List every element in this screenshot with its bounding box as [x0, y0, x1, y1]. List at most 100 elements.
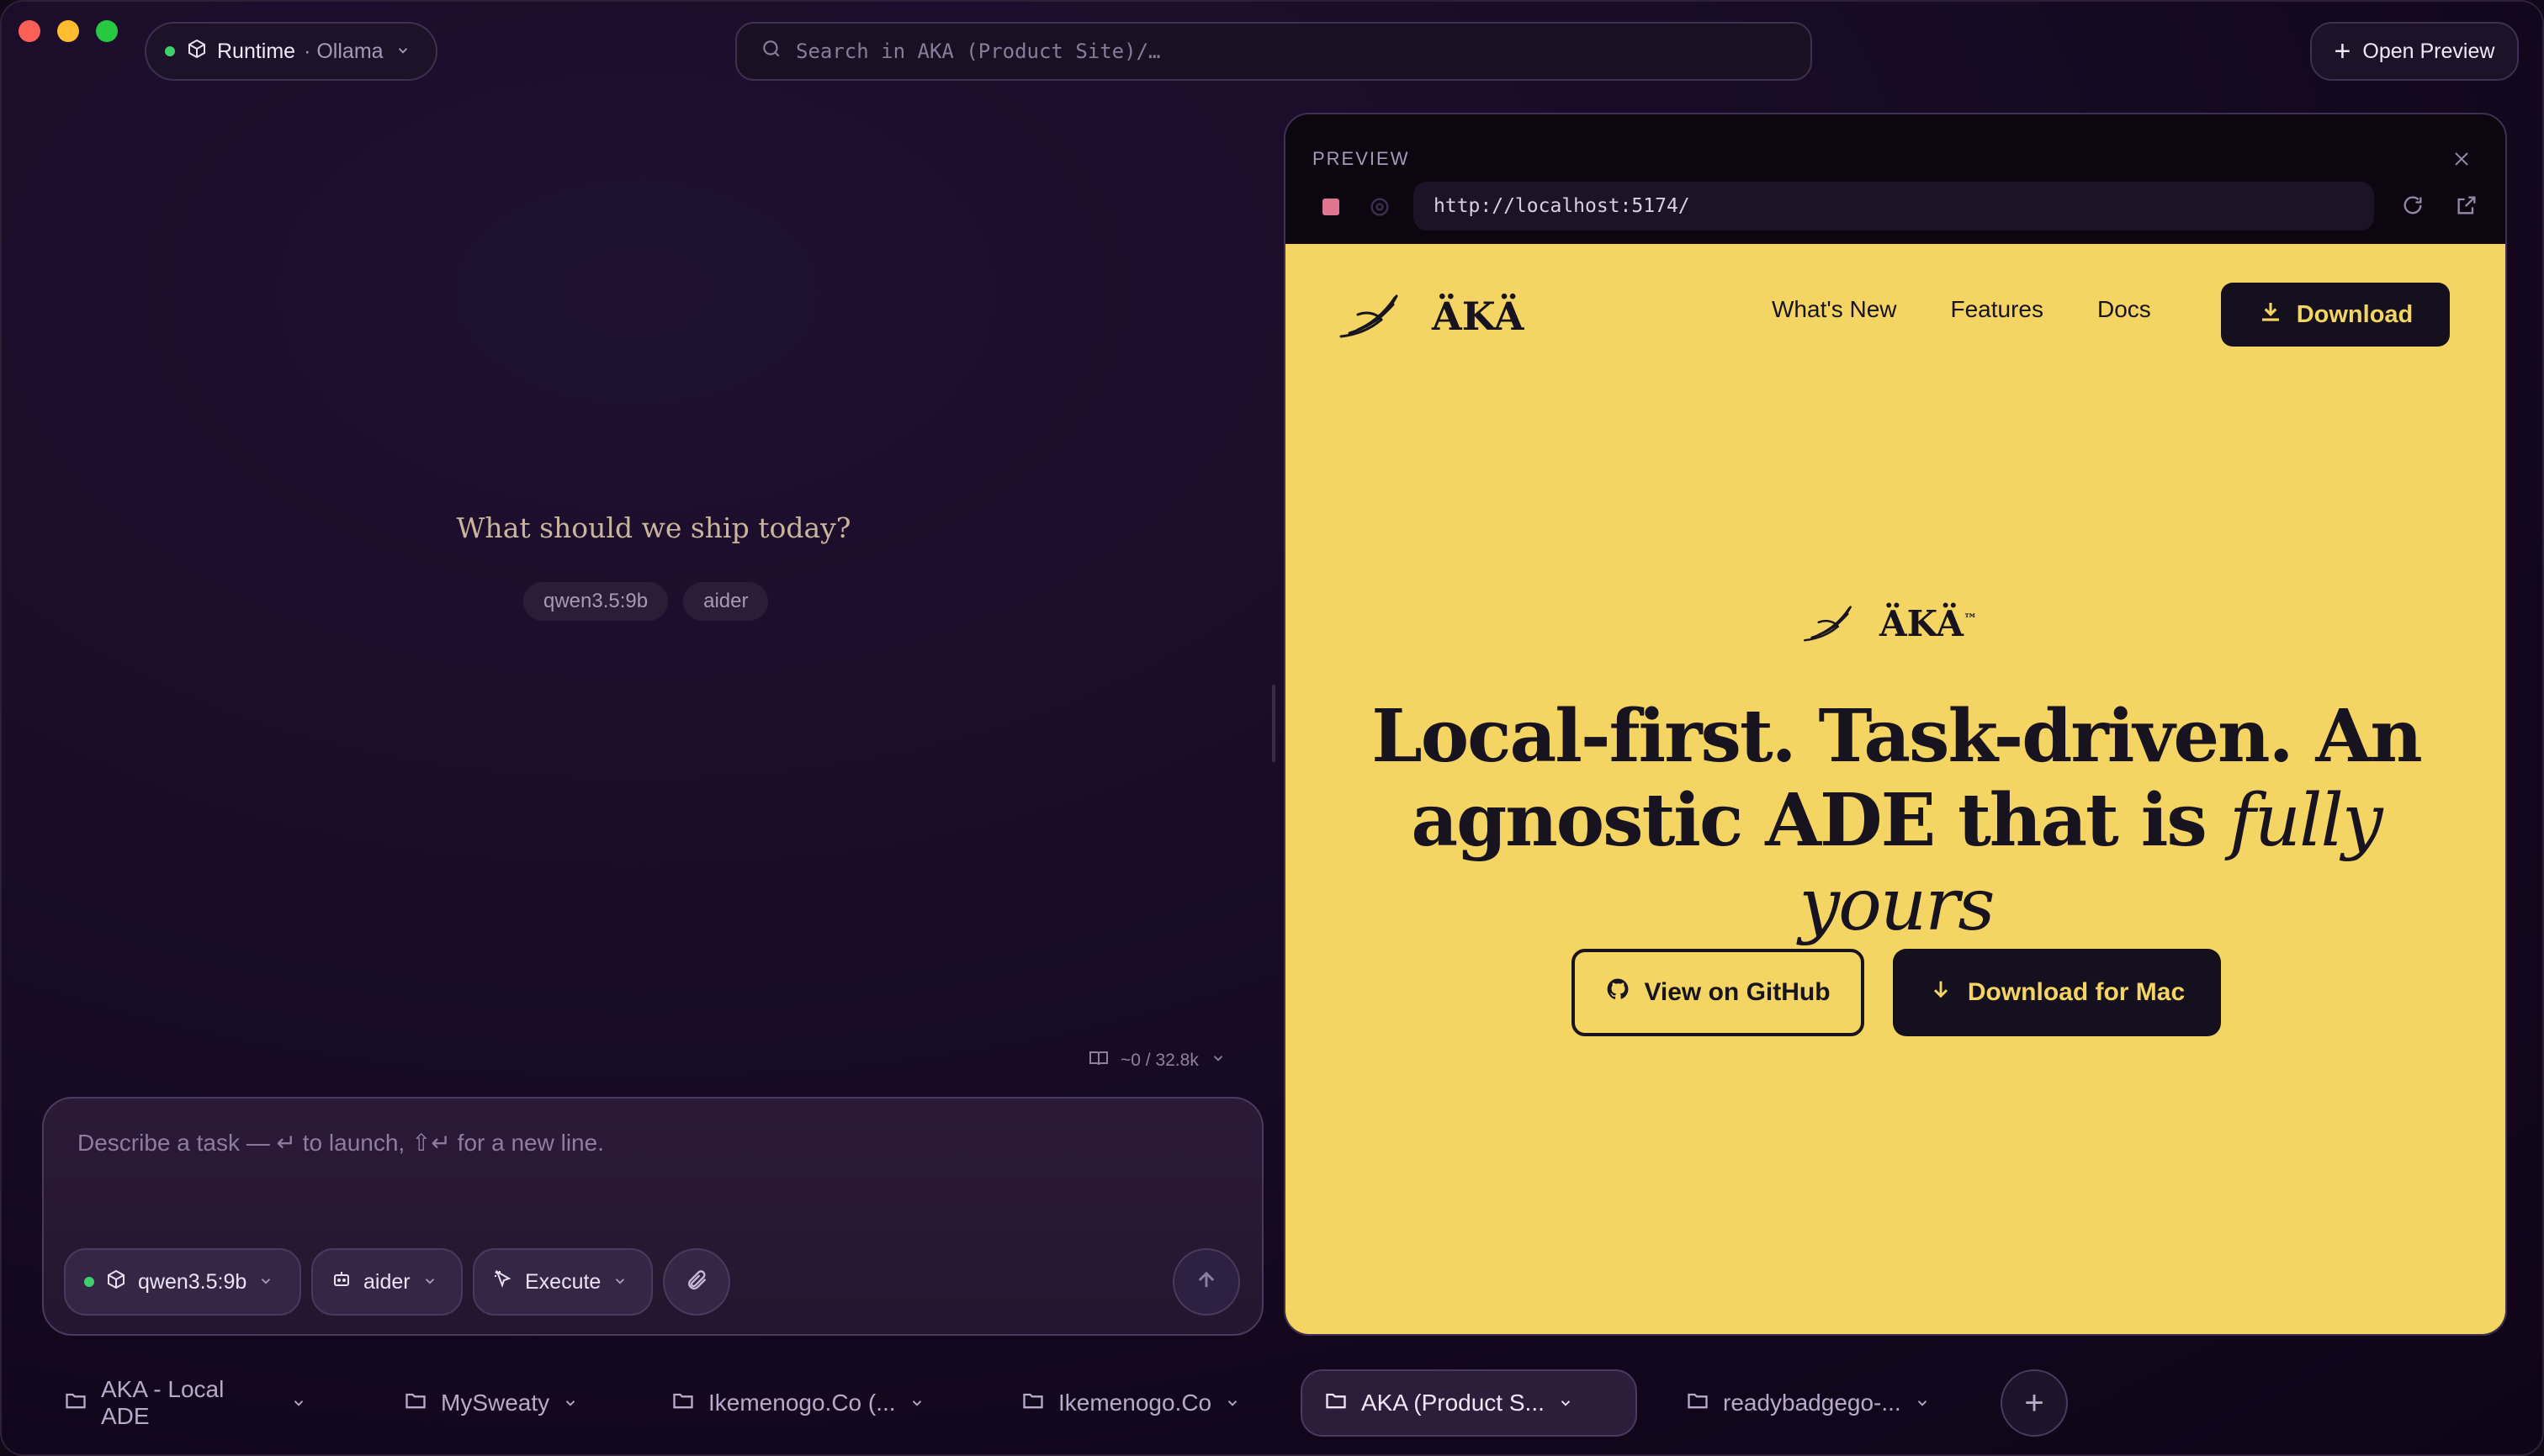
- agent-selector-label: aider: [363, 1269, 411, 1294]
- plus-icon: +: [2334, 34, 2351, 67]
- close-window-button[interactable]: [19, 20, 40, 42]
- project-tab[interactable]: readybadgego-...: [1664, 1369, 1975, 1437]
- search-icon: [761, 38, 796, 65]
- chevron-down-icon: [1225, 1390, 1240, 1416]
- reload-icon[interactable]: [2401, 193, 2425, 221]
- hand-logo-icon: [1338, 284, 1413, 347]
- arrow-up-icon: [1195, 1268, 1218, 1296]
- project-tab-label: AKA - Local ADE: [101, 1376, 225, 1429]
- chevron-down-icon: [258, 1270, 273, 1295]
- site-brand: ÄKÄ: [1432, 293, 1524, 339]
- attach-button[interactable]: [663, 1248, 730, 1316]
- project-tab[interactable]: Ikemenogo.Co (...: [649, 1369, 961, 1437]
- close-icon[interactable]: [2451, 145, 2472, 176]
- project-tab-label: MySweaty: [441, 1390, 550, 1416]
- folder-icon: [64, 1389, 87, 1418]
- site-logo[interactable]: ÄKÄ: [1338, 284, 1524, 347]
- preview-website: ÄKÄ What's New Features Docs Download ÄK…: [1285, 244, 2505, 1334]
- download-icon: [2258, 299, 2283, 331]
- nav-docs[interactable]: Docs: [2097, 296, 2151, 323]
- github-label: View on GitHub: [1644, 978, 1831, 1006]
- runtime-label: Runtime: [217, 39, 296, 63]
- hero-headline: Local-first. Task-driven. An agnostic AD…: [1319, 695, 2473, 948]
- chevron-down-icon: [422, 1270, 437, 1295]
- project-tab[interactable]: Ikemenogo.Co: [999, 1369, 1277, 1437]
- context-meter[interactable]: ~0 / 32.8k: [1089, 1048, 1226, 1073]
- download-for-mac-button[interactable]: Download for Mac: [1893, 949, 2221, 1036]
- mode-selector-label: Execute: [525, 1269, 602, 1294]
- paperclip-icon: [685, 1268, 708, 1296]
- project-tab-label: Ikemenogo.Co (...: [708, 1390, 896, 1416]
- chevron-down-icon: [563, 1390, 578, 1416]
- context-meter-value: ~0 / 32.8k: [1121, 1051, 1199, 1070]
- preview-url-text: http://localhost:5174/: [1434, 195, 1690, 217]
- cursor-icon: [493, 1269, 513, 1295]
- add-project-button[interactable]: +: [2001, 1369, 2068, 1437]
- preview-panel: PREVIEW http://localhost:5174/ ÄKÄ What'…: [1284, 113, 2507, 1336]
- folder-icon: [671, 1389, 695, 1418]
- gear-icon[interactable]: [1368, 195, 1391, 223]
- project-tab[interactable]: AKA (Product S...: [1301, 1369, 1637, 1437]
- chevron-down-icon: [1558, 1390, 1573, 1416]
- arrow-down-icon: [1929, 977, 1953, 1008]
- default-chips: qwen3.5:9b aider: [523, 582, 769, 621]
- folder-icon: [1324, 1389, 1348, 1418]
- nav-whats-new[interactable]: What's New: [1772, 296, 1897, 323]
- agent-selector[interactable]: aider: [311, 1248, 463, 1316]
- send-button[interactable]: [1173, 1248, 1240, 1316]
- status-dot: [165, 46, 175, 56]
- folder-icon: [1686, 1389, 1709, 1418]
- cube-icon: [187, 39, 207, 65]
- site-download-button[interactable]: Download: [2221, 283, 2450, 347]
- resize-handle[interactable]: [1272, 685, 1275, 762]
- open-preview-button[interactable]: + Open Preview: [2310, 22, 2519, 81]
- robot-icon: [331, 1269, 352, 1295]
- task-input-placeholder: Describe a task — ↵ to launch, ⇧↵ for a …: [77, 1130, 604, 1156]
- chevron-down-icon: [1211, 1051, 1226, 1071]
- app-window: Runtime · Ollama Search in AKA (Product …: [0, 0, 2544, 1456]
- hero-brand: ÄKÄ™: [1879, 603, 1977, 644]
- chevron-down-icon: [909, 1390, 925, 1416]
- site-nav: What's New Features Docs: [1772, 296, 2151, 323]
- prompt-title: What should we ship today?: [456, 511, 851, 544]
- agent-chip[interactable]: aider: [683, 582, 769, 621]
- book-icon: [1089, 1048, 1109, 1073]
- runtime-selector[interactable]: Runtime · Ollama: [145, 22, 437, 81]
- project-tab-label: AKA (Product S...: [1361, 1390, 1545, 1416]
- open-preview-label: Open Preview: [2362, 39, 2495, 63]
- project-tab-label: Ikemenogo.Co: [1058, 1390, 1212, 1416]
- model-selector-label: qwen3.5:9b: [138, 1269, 247, 1294]
- chevron-down-icon: [612, 1270, 628, 1295]
- external-link-icon[interactable]: [2455, 193, 2478, 221]
- nav-features[interactable]: Features: [1951, 296, 2044, 323]
- cube-icon: [106, 1269, 126, 1295]
- task-input-box[interactable]: Describe a task — ↵ to launch, ⇧↵ for a …: [42, 1097, 1264, 1336]
- github-icon: [1605, 977, 1630, 1009]
- preview-label: PREVIEW: [1312, 148, 1410, 169]
- stop-server-button[interactable]: [1322, 199, 1339, 215]
- site-download-label: Download: [2296, 300, 2414, 328]
- minimize-window-button[interactable]: [57, 20, 79, 42]
- folder-icon: [1021, 1389, 1045, 1418]
- folder-icon: [404, 1389, 427, 1418]
- hand-logo-icon: [1802, 597, 1864, 650]
- project-tab-label: readybadgego-...: [1723, 1390, 1901, 1416]
- runtime-provider: · Ollama: [304, 39, 384, 63]
- model-chip[interactable]: qwen3.5:9b: [523, 582, 669, 621]
- trademark: ™: [1963, 611, 1977, 627]
- mode-selector[interactable]: Execute: [473, 1248, 653, 1316]
- preview-url-field[interactable]: http://localhost:5174/: [1413, 182, 2374, 230]
- search-placeholder: Search in AKA (Product Site)/…: [796, 40, 1161, 63]
- chevron-down-icon: [1915, 1390, 1930, 1416]
- maximize-window-button[interactable]: [96, 20, 118, 42]
- search-input[interactable]: Search in AKA (Product Site)/…: [735, 22, 1812, 81]
- hero-logo: ÄKÄ™: [1802, 597, 1977, 650]
- chevron-down-icon: [291, 1390, 306, 1416]
- model-selector[interactable]: qwen3.5:9b: [64, 1248, 301, 1316]
- plus-icon: +: [2024, 1384, 2044, 1422]
- status-dot: [84, 1277, 94, 1287]
- project-tab[interactable]: AKA - Local ADE: [42, 1369, 328, 1437]
- chevron-down-icon: [395, 40, 411, 64]
- project-tab[interactable]: MySweaty: [382, 1369, 609, 1437]
- view-on-github-button[interactable]: View on GitHub: [1571, 949, 1864, 1036]
